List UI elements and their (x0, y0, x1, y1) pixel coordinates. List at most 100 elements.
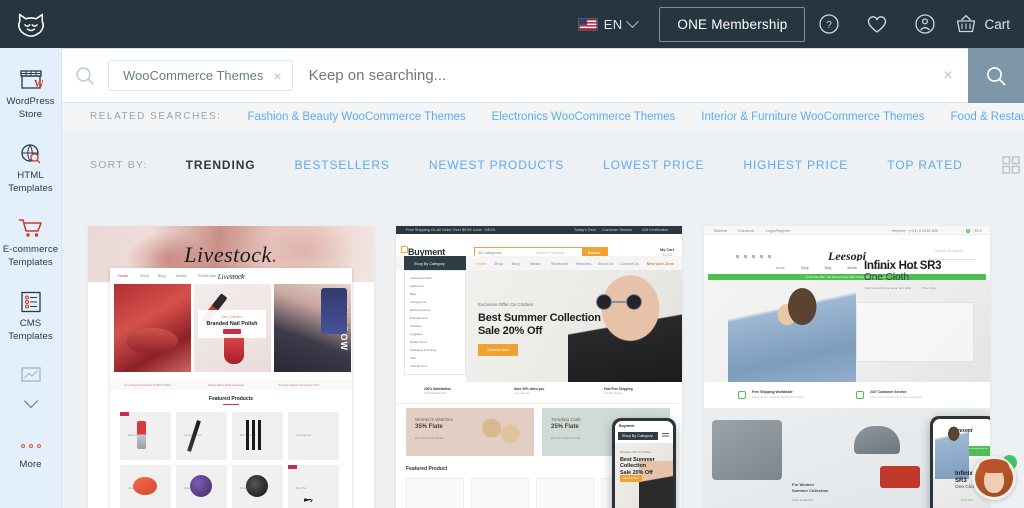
nav-item: ShortCode (198, 273, 217, 278)
sort-option-highest-price[interactable]: HIGHEST PRICE (743, 158, 848, 172)
hero-banner: Exclusive Offer On Clothes Best Summer C… (466, 270, 682, 382)
wishlist-button[interactable] (853, 0, 901, 48)
search-category-select: All Categories (478, 250, 502, 255)
search-filter-chip[interactable]: WooCommerce Themes × (108, 60, 293, 91)
us-flag-icon (577, 17, 598, 31)
template-card-buyment[interactable]: Free Shipping On All Order Over $9.99 Co… (396, 226, 682, 508)
product-tile[interactable]: Coral Blush (120, 465, 171, 508)
shopping-cart-icon (18, 213, 44, 239)
product-tile[interactable]: Lash Mascara (288, 412, 339, 460)
lower-line1: For Women (792, 482, 814, 487)
one-membership-button[interactable]: ONE Membership (659, 6, 806, 42)
support-chat-widget[interactable] (972, 455, 1017, 500)
search-submit-icon (987, 66, 1006, 86)
sidebar-item-ecommerce-templates[interactable]: E-commerce Templates (0, 204, 62, 278)
product-tile[interactable]: Gel Eyeliner Pen (176, 412, 227, 460)
sidebar-item-more[interactable]: More (0, 418, 62, 481)
wordpress-store-icon: W (19, 65, 43, 91)
view-toggle-cards[interactable]: Cards (1001, 156, 1024, 174)
cap-image (854, 426, 900, 454)
sort-option-top-rated[interactable]: TOP RATED (887, 158, 962, 172)
sort-option-bestsellers[interactable]: BESTSELLERS (295, 158, 390, 172)
sidebar-item-presentation[interactable] (0, 352, 62, 392)
promo-button[interactable] (223, 328, 241, 334)
search-placeholder: Search Products... (536, 250, 568, 255)
apparel-image (712, 420, 782, 480)
site-logo[interactable] (0, 11, 62, 37)
template-preview-buyment: Free Shipping On All Order Over $9.99 Co… (396, 226, 682, 508)
cart-button[interactable]: Cart (949, 14, 1010, 34)
nav-item: Media (530, 261, 541, 266)
lower-link[interactable]: View Collection (792, 498, 814, 502)
grid-cards-icon (1001, 156, 1020, 174)
hamburger-menu-icon (662, 433, 669, 438)
sidebar-item-html-templates[interactable]: HTML Templates (0, 130, 62, 204)
sort-option-trending[interactable]: TRENDING (186, 158, 256, 172)
product-tile[interactable] (406, 478, 464, 508)
phone-cta-label: Discover Now (623, 477, 639, 480)
page-root: EN ONE Membership ? Cart W WordPress Sto… (0, 0, 1024, 508)
hero-cta-link[interactable]: Shop Now (922, 286, 936, 290)
search-input[interactable] (292, 67, 928, 84)
template-card-leesopi[interactable]: Wishlist Checkout Login/Register Helplin… (704, 226, 990, 508)
related-search-link[interactable]: Fashion & Beauty WooCommerce Themes (247, 111, 465, 123)
top-navigation-actions: EN ONE Membership ? Cart (577, 0, 1024, 48)
category-menu-button[interactable]: Shop By Category (404, 256, 466, 270)
category-item[interactable]: Mobile Phone (410, 340, 427, 344)
hero-kicker: Exclusive Offer On Clothes (478, 302, 534, 307)
language-selector[interactable]: EN (577, 14, 640, 32)
related-search-link[interactable]: Food & Restaurant WooCommerce Themes (951, 111, 1024, 123)
category-item[interactable]: Bags (410, 292, 416, 296)
category-item[interactable]: Appliances (410, 284, 424, 288)
product-tile[interactable]: Matte Nail Polish (120, 412, 171, 460)
announcement-text: Free Shipping On All Order Over $9.99 Co… (406, 228, 496, 233)
hero-text-panel (856, 302, 974, 362)
nav-badge: New User Zone (646, 261, 674, 266)
category-item[interactable]: Electronic Drone (410, 308, 431, 312)
category-item[interactable]: Packaging & Printing (410, 348, 436, 352)
sidebar-label: CMS Templates (8, 318, 53, 342)
category-item[interactable]: Luggages (410, 332, 422, 336)
hero-cta-button[interactable]: Discover Now (478, 344, 518, 356)
template-card-livestock[interactable]: Livestock. Home Shop Blog Media ShortCod… (88, 226, 374, 508)
sidebar-item-wordpress-store[interactable]: W WordPress Store (0, 56, 62, 130)
nav-item: Home (476, 261, 486, 266)
search-clear-button[interactable]: × (928, 48, 968, 103)
related-search-link[interactable]: Electronics WooCommerce Themes (492, 111, 676, 123)
product-tile[interactable] (536, 478, 594, 508)
category-item[interactable]: View All Items (410, 364, 427, 368)
cart-count-badge: 0 (966, 229, 970, 233)
search-submit-button[interactable] (968, 48, 1024, 103)
search-placeholder: Search Products... (934, 249, 966, 253)
category-item[interactable]: Entertainment (410, 316, 427, 320)
tile-text: SHADOW (339, 304, 349, 351)
utility-bar: Wishlist Checkout Login/Register Helplin… (704, 226, 990, 235)
svg-text:W: W (34, 79, 43, 90)
product-tile[interactable]: Brush Set (288, 465, 339, 508)
sort-option-newest-products[interactable]: NEWEST PRODUCTS (429, 158, 564, 172)
sidebar-expand-chevron-icon[interactable] (23, 393, 38, 409)
category-item[interactable]: Accessories Parts (410, 276, 432, 280)
sidebar-item-cms-templates[interactable]: CMS Templates (0, 278, 62, 352)
site-logo-text: Livestock (217, 272, 245, 281)
related-searches-bar: RELATED SEARCHES: Fashion & Beauty WooCo… (62, 103, 1024, 130)
related-search-link[interactable]: Interior & Furniture WooCommerce Themes (701, 111, 924, 123)
product-tile[interactable]: Brow Liner Duo (232, 412, 283, 460)
category-item[interactable]: Sofa (410, 356, 416, 360)
promo-banner[interactable]: Women's Watches 35% Flate Free Delivery … (406, 408, 534, 456)
topbar-link: Today's Deal (574, 228, 596, 233)
product-tile[interactable]: Smokey Kit (232, 465, 283, 508)
category-item[interactable]: Industrial (410, 324, 421, 328)
category-item[interactable]: Campground (410, 300, 426, 304)
search-chip-remove-icon[interactable]: × (273, 69, 281, 83)
lower-line2: Summer Collection (792, 488, 829, 493)
sort-option-lowest-price[interactable]: LOWEST PRICE (603, 158, 704, 172)
product-tile[interactable]: Violet Shadow (176, 465, 227, 508)
logo-cart-icon (401, 246, 408, 253)
product-tile[interactable] (471, 478, 529, 508)
phone-hero-kicker: Exclusive Offer On Clothes (620, 451, 652, 454)
help-button[interactable]: ? (805, 0, 853, 48)
account-button[interactable] (901, 0, 949, 48)
helpline-text: Helpline : (+91) 9-5438 899 (891, 229, 938, 233)
question-mark-icon: ? (819, 14, 840, 34)
